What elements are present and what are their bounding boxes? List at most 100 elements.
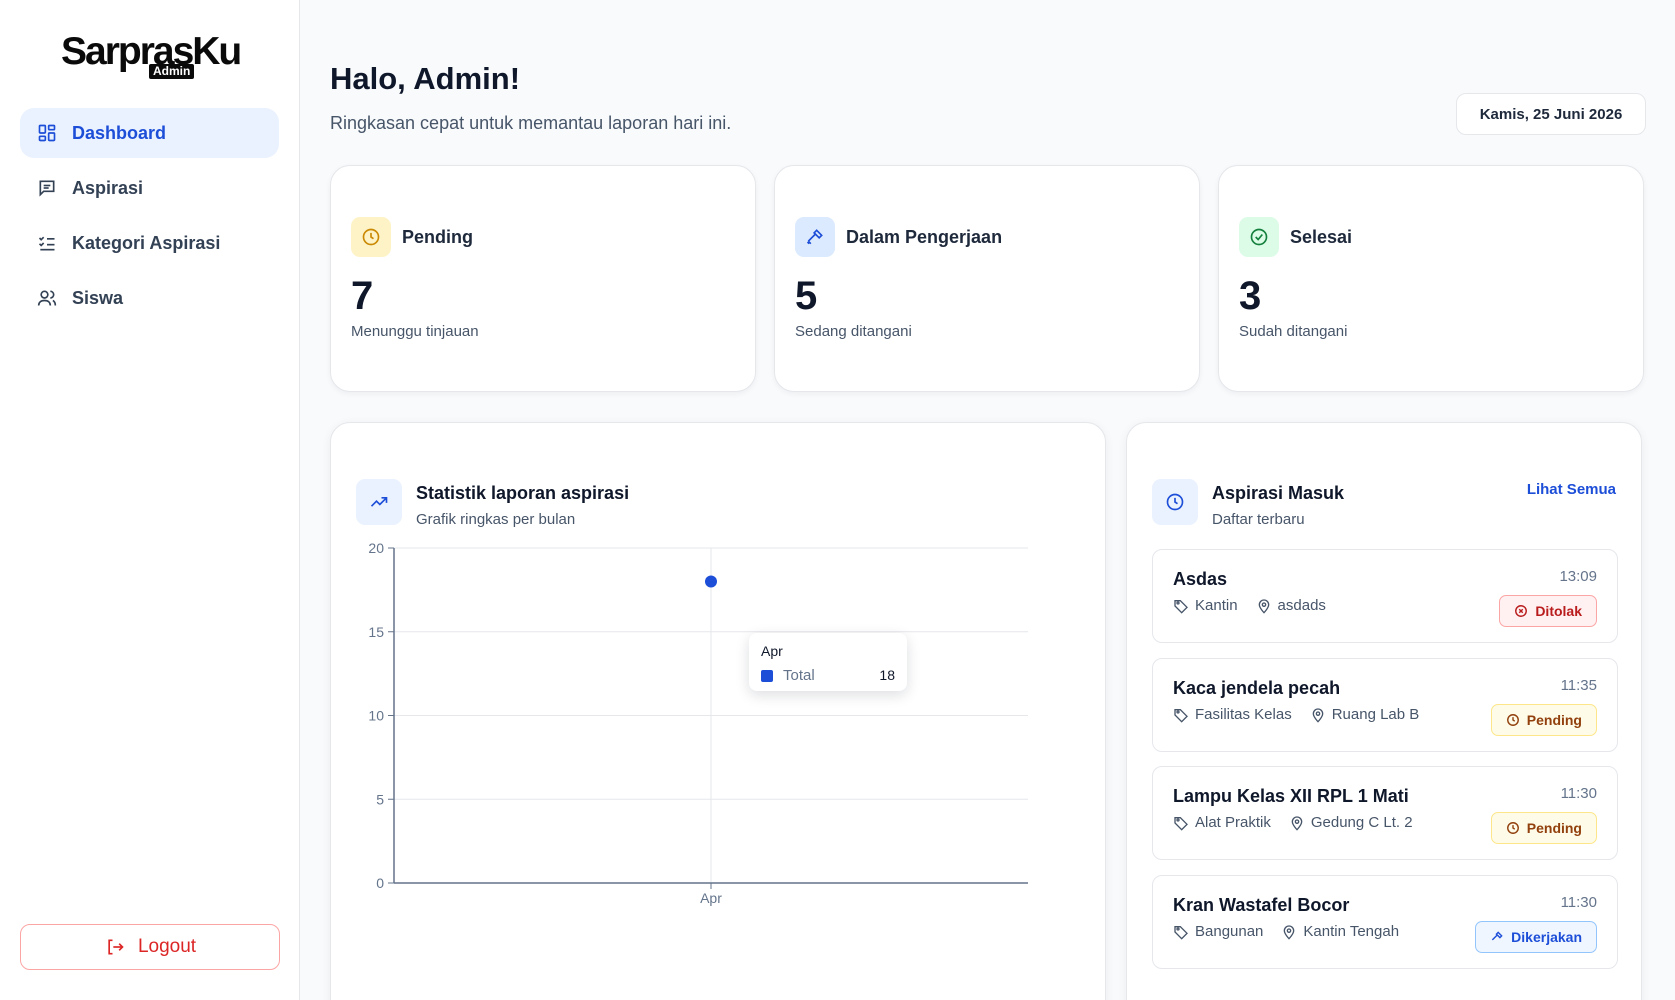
x-circle-icon (1514, 604, 1535, 618)
clock-icon (1152, 479, 1198, 525)
clock-icon (1506, 713, 1527, 727)
status-label: Ditolak (1535, 603, 1582, 619)
list-item[interactable]: Lampu Kelas XII RPL 1 Mati 11:30 Alat Prak… (1152, 766, 1618, 860)
status-label: Pending (1526, 712, 1582, 728)
stat-value: 7 (351, 274, 374, 318)
stat-value: 3 (1239, 274, 1262, 318)
item-title: Kran Wastafel Bocor (1173, 895, 1350, 915)
item-meta: Bangunan Kantin Tengah (1173, 923, 1417, 940)
sidebar-item-dashboard[interactable]: Dashboard (20, 108, 279, 158)
stat-card-selesai: Selesai 3 Sudah ditangani (1218, 165, 1644, 392)
item-meta: Alat Praktik Gedung C Lt. 2 (1173, 814, 1431, 831)
item-time: 11:30 (1560, 894, 1597, 911)
stat-desc: Menunggu tinjauan (351, 323, 479, 340)
sidebar-item-label: Dashboard (72, 122, 167, 143)
map-pin-icon (1281, 924, 1303, 940)
tooltip-title: Apr (761, 643, 783, 659)
line-chart[interactable]: 0 5 10 15 20 Apr (331, 423, 1107, 1000)
data-point (705, 575, 717, 588)
y-tick-label: 10 (368, 708, 384, 724)
stat-desc: Sedang ditangani (795, 323, 912, 340)
page-subtitle: Ringkasan cepat untuk memantau laporan h… (330, 113, 732, 133)
brand-badge: Admin (149, 64, 195, 79)
item-category: Alat Praktik (1173, 814, 1271, 831)
chart-tooltip: Apr Total 18 (749, 633, 907, 691)
item-location: Gedung C Lt. 2 (1289, 814, 1413, 831)
list-item[interactable]: Asdas 13:09 Kantin asdads Ditolak (1152, 549, 1618, 643)
wrench-icon (1490, 930, 1511, 944)
see-all-link[interactable]: Lihat Semua (1527, 481, 1616, 498)
hammer-icon (795, 217, 835, 257)
stat-card-dalam-pengerjaan: Dalam Pengerjaan 5 Sedang ditangani (774, 165, 1200, 392)
dashboard-icon (36, 122, 58, 144)
map-pin-icon (1256, 598, 1278, 614)
logout-button[interactable]: Logout (20, 924, 280, 970)
sidebar: SarprasKu Admin Dashboard Aspirasi Kateg… (0, 0, 300, 1000)
item-category: Kantin (1173, 597, 1238, 614)
item-title: Asdas (1173, 569, 1228, 589)
status-badge: Pending (1490, 704, 1597, 736)
x-tick-label: Apr (700, 890, 722, 906)
chart-panel: Statistik laporan aspirasi Grafik ringka… (330, 422, 1106, 1000)
item-location: Ruang Lab B (1310, 706, 1419, 723)
users-icon (36, 287, 58, 309)
map-pin-icon (1289, 815, 1311, 831)
stat-desc: Sudah ditangani (1239, 323, 1348, 340)
category-label: Bangunan (1195, 923, 1264, 940)
stat-value: 5 (795, 274, 818, 318)
item-category: Bangunan (1173, 923, 1263, 940)
clock-icon (1506, 821, 1527, 835)
tag-icon (1173, 707, 1195, 723)
aspirasi-title: Aspirasi Masuk (1212, 483, 1345, 503)
item-time: 11:35 (1560, 677, 1597, 694)
tag-icon (1173, 924, 1195, 940)
list-item[interactable]: Kran Wastafel Bocor 11:30 Bangunan Kantin T… (1152, 875, 1618, 969)
category-label: Fasilitas Kelas (1195, 706, 1292, 723)
logout-label: Logout (137, 936, 197, 957)
aspirasi-panel: Aspirasi Masuk Daftar terbaru Lihat Semu… (1126, 422, 1642, 1000)
sidebar-item-label: Kategori Aspirasi (72, 232, 221, 253)
clock-icon (351, 217, 391, 257)
item-time: 11:30 (1560, 785, 1597, 802)
item-meta: Kantin asdads (1173, 597, 1344, 614)
stat-title: Selesai (1290, 227, 1353, 247)
item-title: Lampu Kelas XII RPL 1 Mati (1173, 786, 1409, 806)
category-label: Kantin (1195, 597, 1238, 614)
check-circle-icon (1239, 217, 1279, 257)
y-tick-label: 20 (368, 540, 384, 556)
logout-icon (104, 936, 126, 958)
tooltip-swatch (761, 670, 773, 682)
tag-icon (1173, 598, 1195, 614)
main-content: Halo, Admin! Ringkasan cepat untuk meman… (300, 0, 1675, 1000)
list-item[interactable]: Kaca jendela pecah 11:35 Fasilitas Kelas Ru… (1152, 658, 1618, 752)
sidebar-item-kategori-aspirasi[interactable]: Kategori Aspirasi (20, 218, 279, 268)
map-pin-icon (1310, 707, 1332, 723)
location-label: asdads (1277, 597, 1326, 614)
y-tick-label: 0 (376, 875, 384, 891)
category-label: Alat Praktik (1195, 814, 1271, 831)
stat-title: Pending (402, 227, 473, 247)
brand-logo[interactable]: SarprasKu Admin (20, 0, 279, 108)
item-location: Kantin Tengah (1281, 923, 1399, 940)
sidebar-item-siswa[interactable]: Siswa (20, 273, 279, 323)
item-time: 13:09 (1559, 568, 1597, 585)
aspirasi-subtitle: Daftar terbaru (1212, 511, 1305, 528)
sidebar-item-aspirasi[interactable]: Aspirasi (20, 163, 279, 213)
status-badge: Dikerjakan (1475, 921, 1597, 953)
sidebar-item-label: Siswa (72, 287, 124, 308)
y-tick-label: 5 (376, 791, 384, 807)
list-check-icon (36, 232, 58, 254)
y-tick-label: 15 (368, 624, 384, 640)
location-label: Gedung C Lt. 2 (1310, 814, 1413, 831)
sidebar-item-label: Aspirasi (72, 177, 144, 198)
item-title: Kaca jendela pecah (1173, 678, 1341, 698)
stat-card-pending: Pending 7 Menunggu tinjauan (330, 165, 756, 392)
tag-icon (1173, 815, 1195, 831)
page-title: Halo, Admin! (330, 61, 521, 96)
location-label: Kantin Tengah (1303, 923, 1400, 940)
status-label: Dikerjakan (1511, 929, 1582, 945)
item-category: Fasilitas Kelas (1173, 706, 1292, 723)
item-location: asdads (1256, 597, 1326, 614)
message-icon (36, 177, 58, 199)
tooltip-label: Total (783, 667, 815, 684)
